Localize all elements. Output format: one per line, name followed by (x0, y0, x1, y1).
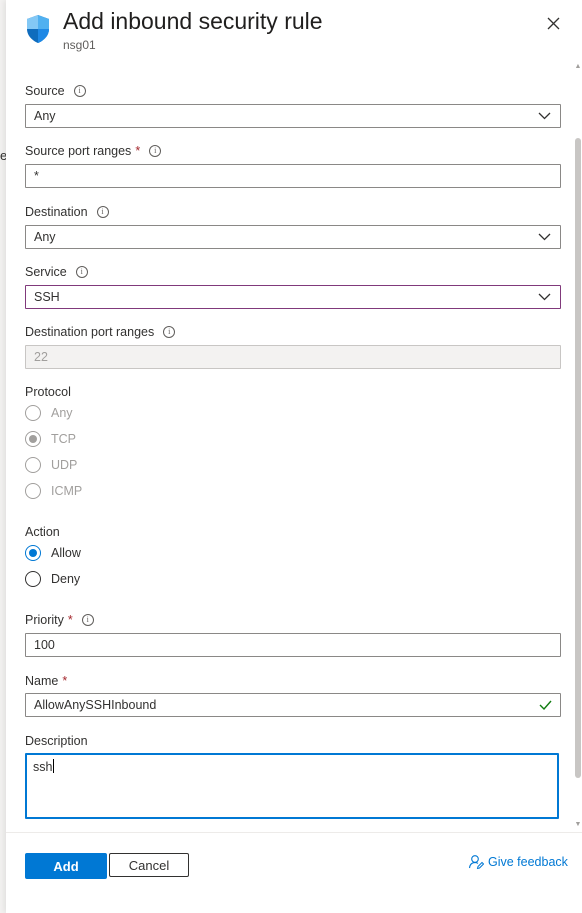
destination-port-ranges-label: Destination port ranges i (25, 325, 176, 339)
service-select-value: SSH (34, 290, 60, 304)
checkmark-icon (539, 694, 552, 716)
action-option-allow[interactable]: Allow (25, 545, 81, 561)
description-value: ssh (33, 760, 53, 774)
description-label-text: Description (25, 734, 88, 748)
service-select[interactable]: SSH (25, 285, 561, 309)
destination-port-ranges-label-text: Destination port ranges (25, 325, 155, 339)
destination-select-value: Any (34, 230, 56, 244)
info-icon[interactable]: i (96, 206, 109, 218)
protocol-option-label: ICMP (51, 484, 83, 498)
protocol-option-label: Any (51, 406, 73, 420)
info-icon[interactable]: i (163, 326, 176, 338)
radio-button (25, 405, 41, 421)
priority-label-text: Priority (25, 613, 64, 627)
protocol-option-tcp: TCP (25, 431, 76, 447)
radio-button (25, 457, 41, 473)
service-label: Service i (25, 265, 88, 279)
name-label: Name * (25, 674, 67, 688)
protocol-option-any: Any (25, 405, 73, 421)
description-textarea[interactable]: ssh (25, 753, 559, 819)
scrollbar-thumb[interactable] (575, 138, 581, 778)
destination-label: Destination i (25, 205, 109, 219)
add-button[interactable]: Add (25, 853, 107, 879)
chevron-down-icon (538, 226, 551, 248)
panel-header: Add inbound security rule nsg01 (6, 0, 582, 60)
shield-icon (27, 15, 49, 43)
service-label-text: Service (25, 265, 67, 279)
panel-subtitle: nsg01 (63, 38, 96, 52)
priority-input[interactable]: 100 (25, 633, 561, 657)
close-button[interactable] (542, 12, 564, 34)
source-port-ranges-label: Source port ranges * i (25, 144, 162, 158)
action-option-label: Allow (51, 546, 81, 560)
close-icon (547, 17, 559, 29)
protocol-option-udp: UDP (25, 457, 77, 473)
protocol-option-icmp: ICMP (25, 483, 82, 499)
info-icon[interactable]: i (75, 266, 88, 278)
action-label: Action (25, 525, 60, 539)
protocol-option-label: TCP (51, 432, 76, 446)
source-port-ranges-input[interactable]: * (25, 164, 561, 188)
text-caret (53, 759, 55, 773)
source-label-text: Source (25, 84, 65, 98)
protocol-option-label: UDP (51, 458, 78, 472)
protocol-label-text: Protocol (25, 385, 71, 399)
panel-title: Add inbound security rule (63, 8, 323, 34)
give-feedback-label: Give feedback (488, 855, 568, 869)
source-select-value: Any (34, 109, 56, 123)
name-input[interactable]: AllowAnySSHInbound (25, 693, 561, 717)
radio-button[interactable] (25, 545, 41, 561)
destination-port-ranges-value: 22 (34, 350, 48, 364)
info-icon[interactable]: i (81, 614, 94, 626)
name-value: AllowAnySSHInbound (34, 698, 157, 712)
action-option-deny[interactable]: Deny (25, 571, 80, 587)
name-label-text: Name (25, 674, 59, 688)
required-mark: * (62, 674, 68, 688)
action-option-label: Deny (51, 572, 81, 586)
radio-button[interactable] (25, 571, 41, 587)
chevron-down-icon (538, 286, 551, 308)
source-select[interactable]: Any (25, 104, 561, 128)
priority-label: Priority * i (25, 613, 94, 627)
radio-button (25, 431, 41, 447)
scroll-down-arrow-icon[interactable]: ▼ (574, 820, 582, 830)
action-label-text: Action (25, 525, 60, 539)
source-port-ranges-value: * (34, 169, 39, 183)
required-mark: * (135, 144, 141, 158)
cancel-button[interactable]: Cancel (109, 853, 189, 877)
footer-divider (6, 832, 582, 833)
destination-select[interactable]: Any (25, 225, 561, 249)
priority-value: 100 (34, 638, 55, 652)
destination-port-ranges-input: 22 (25, 345, 561, 369)
add-inbound-rule-panel: Add inbound security rule nsg01 ▲ ▼ Sour… (6, 0, 582, 913)
protocol-label: Protocol (25, 385, 71, 399)
chevron-down-icon (538, 105, 551, 127)
required-mark: * (67, 613, 73, 627)
info-icon[interactable]: i (149, 145, 162, 157)
description-label: Description (25, 734, 88, 748)
destination-label-text: Destination (25, 205, 88, 219)
source-port-ranges-label-text: Source port ranges (25, 144, 132, 158)
panel-scrollbar[interactable]: ▲ ▼ (574, 62, 582, 832)
scroll-up-arrow-icon[interactable]: ▲ (574, 62, 582, 72)
give-feedback-link[interactable]: Give feedback (468, 854, 568, 870)
info-icon[interactable]: i (73, 85, 86, 97)
source-label: Source i (25, 84, 86, 98)
feedback-icon (468, 855, 484, 870)
radio-button (25, 483, 41, 499)
